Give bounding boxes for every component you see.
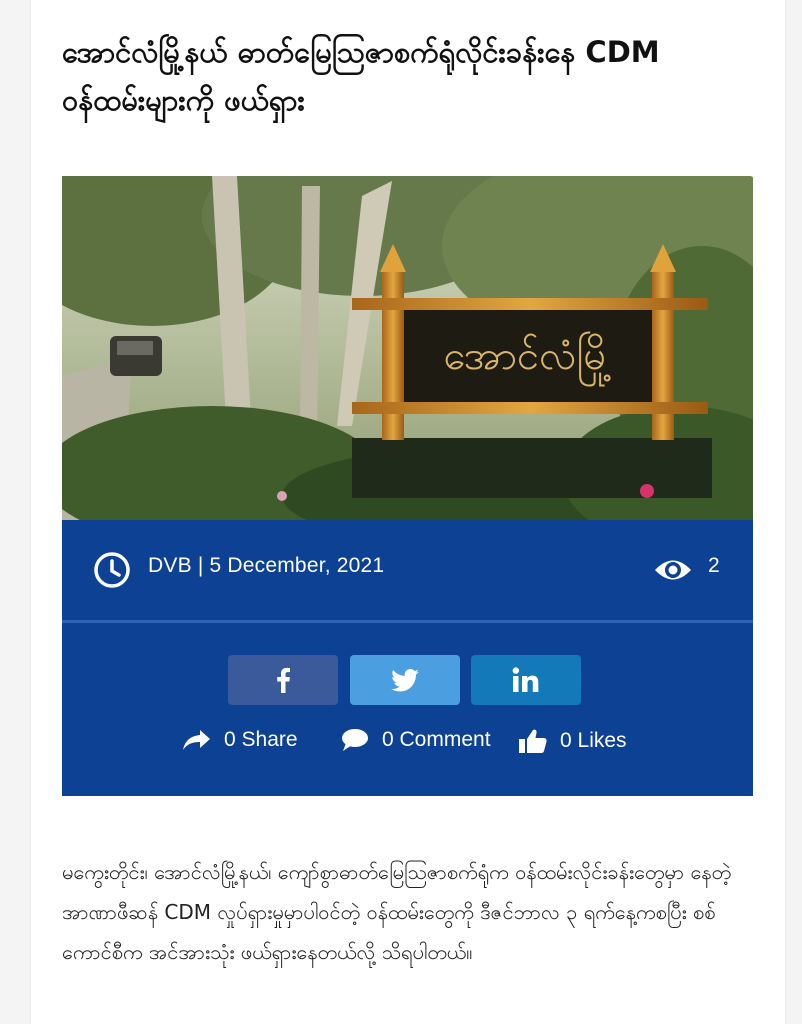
divider xyxy=(62,620,753,623)
likes-count-label: 0 Likes xyxy=(560,729,627,752)
twitter-share-button[interactable] xyxy=(350,655,460,705)
linkedin-icon xyxy=(512,667,539,692)
clock-icon xyxy=(94,552,130,588)
comment-count-button[interactable]: 0 Comment xyxy=(340,728,491,752)
thumbs-up-icon xyxy=(519,729,547,753)
article-body: မကွေးတိုင်း၊ အောင်လံမြို့နယ်၊ ကျော်စွာဓာ… xyxy=(62,860,732,964)
facebook-icon xyxy=(277,667,290,693)
article-image: အောင်လံမြို့ xyxy=(62,176,753,520)
article-meta-panel: DVB | 5 December, 2021 2 0 Share 0 Comme… xyxy=(62,520,753,796)
article-title: အောင်လံမြို့နယ် ဓာတ်မြေသြဇာစက်ရုံလိုင်းခ… xyxy=(62,35,660,117)
eye-icon xyxy=(655,560,691,580)
linkedin-share-button[interactable] xyxy=(471,655,581,705)
comment-count-label: 0 Comment xyxy=(382,728,491,751)
sign-text: အောင်လံမြို့ xyxy=(444,332,613,387)
view-count: 2 xyxy=(708,554,720,577)
comment-bubble-icon xyxy=(342,729,368,751)
engagement-stats: 0 Share 0 Comment 0 Likes xyxy=(62,720,753,766)
share-count-label: 0 Share xyxy=(224,728,298,751)
hero-photo: အောင်လံမြို့ xyxy=(62,176,753,520)
twitter-icon xyxy=(391,668,419,691)
facebook-share-button[interactable] xyxy=(228,655,338,705)
meta-row: DVB | 5 December, 2021 2 xyxy=(62,520,753,620)
likes-count-button[interactable]: 0 Likes xyxy=(518,728,627,754)
share-arrow-icon xyxy=(183,730,210,750)
share-count-button[interactable]: 0 Share xyxy=(182,728,298,752)
article-byline: DVB | 5 December, 2021 xyxy=(148,554,385,577)
